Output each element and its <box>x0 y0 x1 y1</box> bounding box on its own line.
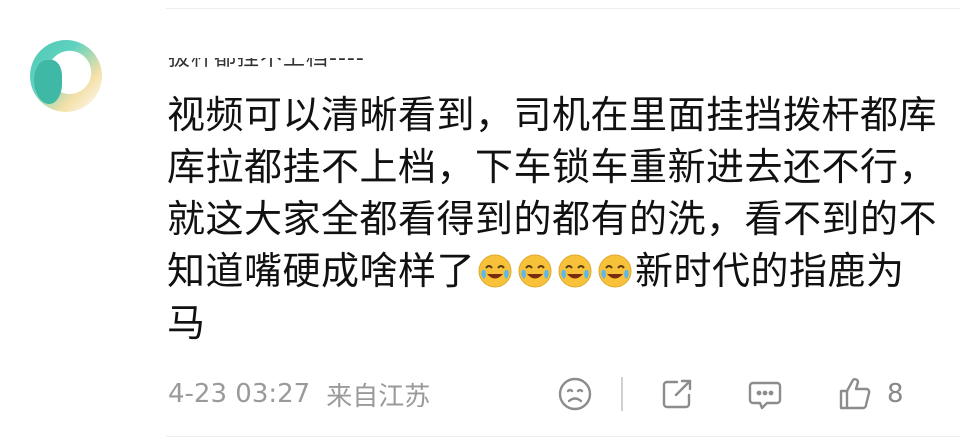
comment-footer: 4-23 03:27 来自江苏 8 <box>168 372 940 416</box>
bottom-divider <box>166 436 960 437</box>
share-icon <box>662 379 692 409</box>
timestamp: 4-23 03:27 <box>168 379 311 409</box>
comment-meta: 4-23 03:27 来自江苏 <box>168 376 430 413</box>
top-divider <box>166 8 960 9</box>
like-count: 8 <box>887 379 904 409</box>
crying-laughing-emoji <box>558 254 592 288</box>
crying-laughing-emoji <box>478 254 512 288</box>
crying-laughing-emoji <box>518 254 552 288</box>
smiley-face-icon <box>558 377 592 411</box>
user-avatar[interactable] <box>30 40 102 112</box>
comment-text: 视频可以清晰看到，司机在里面挂挡拨杆都库库拉都挂不上档，下车锁车重新进去还不行，… <box>167 89 937 349</box>
action-divider <box>621 377 623 411</box>
crying-laughing-emoji <box>598 254 632 288</box>
like-button[interactable]: 8 <box>835 372 904 416</box>
comment-actions: 8 <box>555 372 904 416</box>
share-button[interactable] <box>657 372 697 416</box>
username[interactable]: 拔杆都挂不上档---- <box>168 58 365 72</box>
reply-button[interactable] <box>745 372 785 416</box>
location: 来自江苏 <box>326 381 431 412</box>
react-button[interactable] <box>555 372 595 416</box>
comment-bubble-icon <box>748 381 782 410</box>
thumbs-up-icon <box>839 378 871 410</box>
